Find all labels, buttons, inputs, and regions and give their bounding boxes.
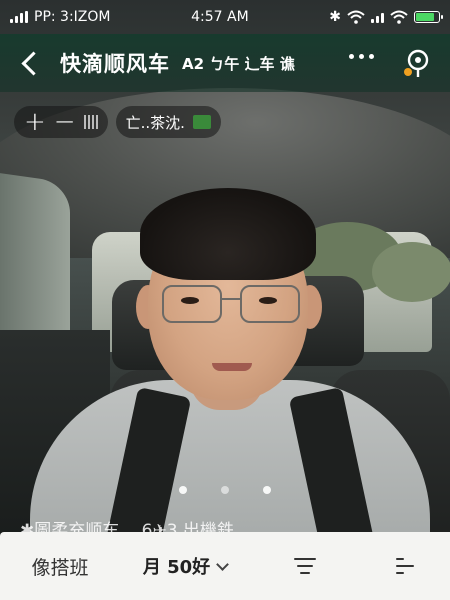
list-icon <box>396 558 414 574</box>
nav-bar: 快滴顺风车 A2 ㄅ午 辶车 谯 <box>0 34 450 92</box>
cell-signal-icon <box>371 11 384 23</box>
filter-lines-icon <box>294 558 316 574</box>
carousel-dot-3[interactable] <box>263 486 271 494</box>
page-title: 快滴顺风车 <box>60 52 170 76</box>
carousel-indicator <box>0 486 450 494</box>
clock: 4:57 AM <box>191 9 249 25</box>
bluetooth-icon: ✱ <box>329 9 341 25</box>
filter-button[interactable] <box>250 532 360 600</box>
month-selector-value: 月 50好 <box>142 557 211 578</box>
carrier-label: PP: 3:IZOM <box>34 9 111 25</box>
location-pin-button[interactable] <box>402 48 432 78</box>
brand-badge-icon <box>192 115 211 129</box>
month-selector[interactable]: 月 50好 <box>120 532 250 600</box>
carousel-dot-2[interactable] <box>221 486 229 494</box>
tag-chip[interactable]: 亡..茶沈. <box>115 106 221 138</box>
chevron-left-icon <box>20 50 46 76</box>
overlay-controls: + − 亡..茶沈. <box>14 106 221 138</box>
more-button[interactable] <box>349 54 374 59</box>
bottom-toolbar: 像搭班 月 50好 <box>0 532 450 600</box>
more-dots-icon <box>349 54 354 59</box>
wifi-icon-secondary <box>390 10 408 24</box>
list-button[interactable] <box>360 532 450 600</box>
chevron-down-icon <box>216 557 230 571</box>
zoom-control: + − <box>14 106 108 138</box>
tag-chip-label: 亡..茶沈. <box>125 113 185 132</box>
battery-icon <box>414 11 443 23</box>
zoom-out-button[interactable]: − <box>54 109 76 135</box>
wifi-icon <box>347 10 365 24</box>
signal-icon <box>10 11 28 23</box>
carousel-dot-1[interactable] <box>179 486 187 494</box>
back-button[interactable] <box>0 34 60 92</box>
ride-type-tab[interactable]: 像搭班 <box>0 532 120 600</box>
page-subtitle: A2 ㄅ午 辶车 谯 <box>182 54 295 73</box>
zoom-level-bars <box>83 115 98 129</box>
ride-type-label: 像搭班 <box>31 556 89 579</box>
status-bar: PP: 3:IZOM 4:57 AM ✱ <box>0 0 450 34</box>
zoom-in-button[interactable]: + <box>24 109 46 135</box>
